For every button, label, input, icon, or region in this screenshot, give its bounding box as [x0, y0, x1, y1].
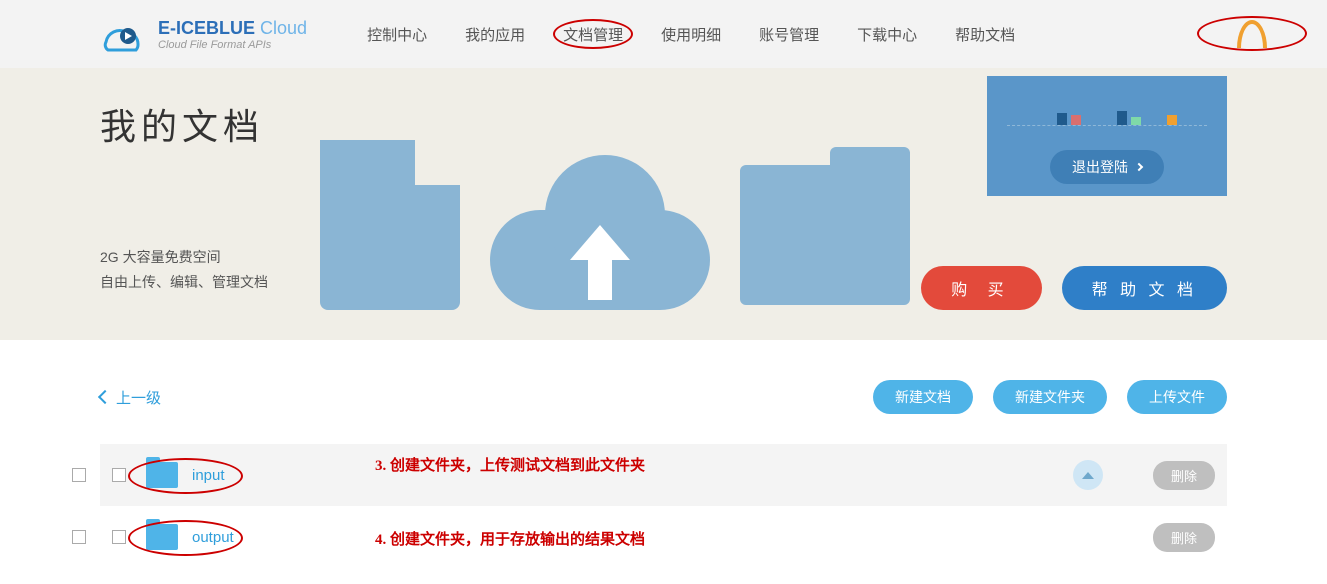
- row-checkbox[interactable]: [112, 468, 126, 482]
- upload-file-button[interactable]: 上传文件: [1127, 380, 1227, 414]
- scroll-up-button[interactable]: [1073, 460, 1103, 490]
- nav-download[interactable]: 下载中心: [857, 24, 917, 45]
- page-title: 我的文档: [100, 98, 310, 150]
- usage-chart-icon: [1007, 96, 1207, 126]
- header-bar: E-ICEBLUE Cloud Cloud File Format APIs 控…: [0, 0, 1327, 68]
- buy-button[interactable]: 购 买: [921, 266, 1041, 310]
- cloud-upload-icon: [490, 160, 710, 310]
- new-doc-button[interactable]: 新建文档: [873, 380, 973, 414]
- logout-button[interactable]: 退出登陆: [1050, 150, 1164, 184]
- nav-control-center[interactable]: 控制中心: [367, 24, 427, 45]
- file-row[interactable]: input 3. 创建文件夹，上传测试文档到此文件夹 删除: [100, 444, 1227, 506]
- main-nav: 控制中心 我的应用 文档管理 使用明细 账号管理 下载中心 帮助文档: [367, 24, 1015, 45]
- row-checkbox[interactable]: [112, 530, 126, 544]
- hero-section: 我的文档 2G 大容量免费空间 自由上传、编辑、管理文档 退出登陆 购 买: [0, 68, 1327, 340]
- folder-icon: [146, 524, 178, 550]
- new-folder-button[interactable]: 新建文件夹: [993, 380, 1107, 414]
- file-manager: 上一级 新建文档 新建文件夹 上传文件 input 3. 创建文件夹，上传测试文…: [0, 340, 1327, 568]
- nav-doc-management[interactable]: 文档管理: [563, 24, 623, 45]
- row-checkbox-outer[interactable]: [72, 530, 86, 544]
- chevron-left-icon: [98, 390, 112, 404]
- delete-button[interactable]: 删除: [1153, 461, 1215, 490]
- nav-help[interactable]: 帮助文档: [955, 24, 1015, 45]
- logo[interactable]: E-ICEBLUE Cloud Cloud File Format APIs: [100, 16, 307, 52]
- user-panel: 退出登陆: [987, 76, 1227, 196]
- nav-my-apps[interactable]: 我的应用: [465, 24, 525, 45]
- nav-account[interactable]: 账号管理: [759, 24, 819, 45]
- folder-icon: [146, 462, 178, 488]
- chevron-right-icon: [1135, 163, 1143, 171]
- select-all-checkbox[interactable]: [72, 468, 86, 482]
- logo-subtitle: Cloud File Format APIs: [158, 39, 307, 51]
- chevron-up-icon: [1082, 472, 1094, 479]
- nav-usage-detail[interactable]: 使用明细: [661, 24, 721, 45]
- user-menu[interactable]: [1237, 20, 1267, 48]
- logo-title: E-ICEBLUE Cloud: [158, 18, 307, 39]
- file-name[interactable]: input: [192, 467, 225, 484]
- document-icon: [320, 140, 460, 310]
- help-docs-button[interactable]: 帮 助 文 档: [1062, 266, 1227, 310]
- folder-icon: [740, 165, 910, 305]
- delete-button[interactable]: 删除: [1153, 523, 1215, 552]
- headset-icon: [1237, 20, 1267, 48]
- hero-illustration: [320, 93, 910, 310]
- annotation-4: 4. 创建文件夹，用于存放输出的结果文档: [375, 528, 645, 549]
- file-name[interactable]: output: [192, 529, 234, 546]
- back-link[interactable]: 上一级: [100, 387, 161, 408]
- hero-subtitle: 2G 大容量免费空间 自由上传、编辑、管理文档: [100, 245, 310, 295]
- annotation-3: 3. 创建文件夹，上传测试文档到此文件夹: [375, 454, 645, 475]
- logo-cloud-icon: [100, 16, 148, 52]
- file-row[interactable]: output 4. 创建文件夹，用于存放输出的结果文档 删除: [100, 506, 1227, 568]
